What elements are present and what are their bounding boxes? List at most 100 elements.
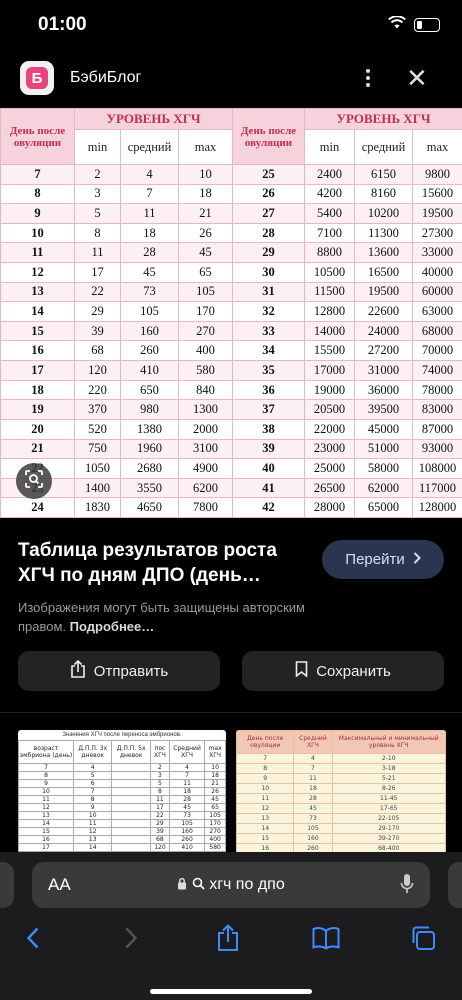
thumbnail-header-cell: Д.П.П. 3х дневок (72, 740, 113, 764)
hcg-value-cell: 11 (120, 203, 179, 224)
hcg-value-cell: 105 (178, 281, 233, 303)
hcg-value-cell: 28000 (304, 497, 355, 518)
hcg-value-cell: 160 (120, 320, 179, 342)
hcg-value-cell: 410 (120, 360, 179, 381)
visual-lookup-button[interactable] (16, 463, 52, 499)
thumbnail-cell: 5 (149, 779, 170, 788)
thumbnail-cell: 10 (236, 783, 295, 794)
day-cell: 36 (232, 379, 305, 401)
share-button[interactable]: Отправить (18, 651, 220, 691)
hcg-value-cell: 45 (120, 262, 179, 283)
hcg-value-cell: 33000 (412, 242, 462, 264)
hcg-value-cell: 65 (178, 262, 233, 283)
previous-tab-edge[interactable] (0, 862, 14, 908)
tabs-icon[interactable] (408, 922, 438, 954)
thumbnail-cell: 8-26 (331, 783, 446, 794)
result-image[interactable]: День после овуляции УРОВЕНЬ ХГЧ День пос… (0, 108, 462, 518)
hcg-value-cell: 580 (178, 360, 233, 381)
hcg-value-cell: 78000 (412, 379, 462, 401)
thumbnail-cell: 9 (72, 803, 113, 812)
thumbnail-cell: 18 (168, 787, 206, 796)
hcg-value-cell: 3550 (120, 477, 179, 499)
hcg-value-cell: 370 (74, 399, 121, 420)
hcg-value-cell: 1960 (120, 438, 179, 460)
thumbnail-cell: 10 (204, 763, 226, 772)
hcg-value-cell: 1830 (74, 497, 121, 518)
site-name[interactable]: БэбиБлог (70, 69, 141, 87)
thumbnail-cell: 410 (168, 843, 206, 852)
hcg-value-cell: 7 (120, 183, 179, 205)
day-cell: 25 (232, 164, 305, 185)
thumbnail-cell: 12 (18, 803, 74, 812)
thumbnail-cell: 170 (204, 819, 226, 828)
day-cell: 17 (0, 360, 75, 381)
more-link[interactable]: Подробнее… (70, 619, 155, 634)
microphone-icon[interactable] (400, 873, 414, 900)
hcg-value-cell: 18 (178, 183, 233, 205)
thumbnail-cell: 28 (168, 795, 206, 804)
related-image-2[interactable]: День после овуляции Средний ХГЧ Максимальн… (236, 730, 446, 860)
hcg-value-cell: 68 (74, 340, 121, 362)
related-image-1[interactable]: Значения ХГЧ после переноса эмбрионов. в… (18, 730, 226, 860)
result-title[interactable]: Таблица результатов роста ХГЧ по дням ДП… (18, 538, 308, 588)
hcg-value-cell: 23000 (304, 438, 355, 460)
thumbnail-cell: 11 (293, 773, 333, 784)
site-logo[interactable]: Б (20, 61, 54, 95)
day-cell: 21 (0, 438, 75, 460)
col-mid: средний (120, 129, 179, 165)
day-cell: 26 (232, 183, 305, 205)
hcg-value-cell: 21 (178, 203, 233, 224)
thumbnail-cell: 7 (72, 787, 113, 796)
hcg-value-cell: 2680 (120, 458, 179, 479)
hcg-value-cell: 16500 (354, 262, 413, 283)
table-row: 12 17 45 65 30 10500 16500 40000 (0, 262, 462, 283)
thumbnail-cell: 270 (204, 827, 226, 836)
thumbnail-cell: 11-45 (331, 793, 446, 804)
hcg-value-cell: 68000 (412, 320, 462, 342)
hcg-value-cell: 270 (178, 320, 233, 342)
hcg-value-cell: 70000 (412, 340, 462, 362)
hcg-value-cell: 1380 (120, 418, 179, 440)
hcg-value-cell: 170 (178, 301, 233, 322)
thumbnail-header-cell: Средний ХГЧ (293, 730, 333, 754)
hcg-value-cell: 260 (120, 340, 179, 362)
table-row: 7 2 4 10 25 2400 6150 9800 (0, 164, 462, 185)
hcg-value-cell: 51000 (354, 438, 413, 460)
thumbnail-cell: 260 (168, 835, 206, 844)
thumbnail-cell: 39-270 (331, 833, 446, 844)
day-cell: 20 (0, 418, 75, 440)
hcg-value-cell: 8160 (354, 183, 413, 205)
back-icon[interactable] (18, 922, 48, 954)
day-cell: 34 (232, 340, 305, 362)
hcg-value-cell: 39500 (354, 399, 413, 420)
day-cell: 33 (232, 320, 305, 342)
next-tab-edge[interactable] (448, 862, 462, 908)
wifi-icon (388, 15, 406, 34)
close-icon[interactable]: ✕ (406, 63, 428, 93)
thumbnail-cell: 105 (293, 823, 333, 834)
col-max: max (178, 129, 233, 165)
thumbnail-cell: 11 (149, 795, 170, 804)
day-cell: 13 (0, 281, 75, 303)
thumbnail-cell (111, 835, 151, 844)
col-min: min (74, 129, 121, 165)
thumbnail-cell (111, 771, 151, 780)
go-button[interactable]: Перейти (322, 540, 444, 579)
address-bar[interactable]: AA хгч по дпо (32, 862, 430, 908)
thumbnail-cell (111, 787, 151, 796)
hcg-value-cell: 63000 (412, 301, 462, 322)
save-button[interactable]: Сохранить (242, 651, 444, 691)
hcg-value-cell: 11 (74, 242, 121, 264)
bookmarks-icon[interactable] (311, 922, 341, 954)
home-indicator (150, 989, 312, 994)
share-sheet-icon[interactable] (213, 922, 243, 954)
thumbnail-cell (111, 779, 151, 788)
thumbnail-cell: 400 (204, 835, 226, 844)
day-cell: 9 (0, 203, 75, 224)
thumbnail-cell: 12 (236, 803, 295, 814)
hcg-value-cell: 4650 (120, 497, 179, 518)
table-row: 13 22 73 105 31 11500 19500 60000 (0, 281, 462, 303)
more-options-icon[interactable] (358, 63, 378, 93)
hcg-value-cell: 6200 (178, 477, 233, 499)
forward-icon[interactable] (116, 922, 146, 954)
